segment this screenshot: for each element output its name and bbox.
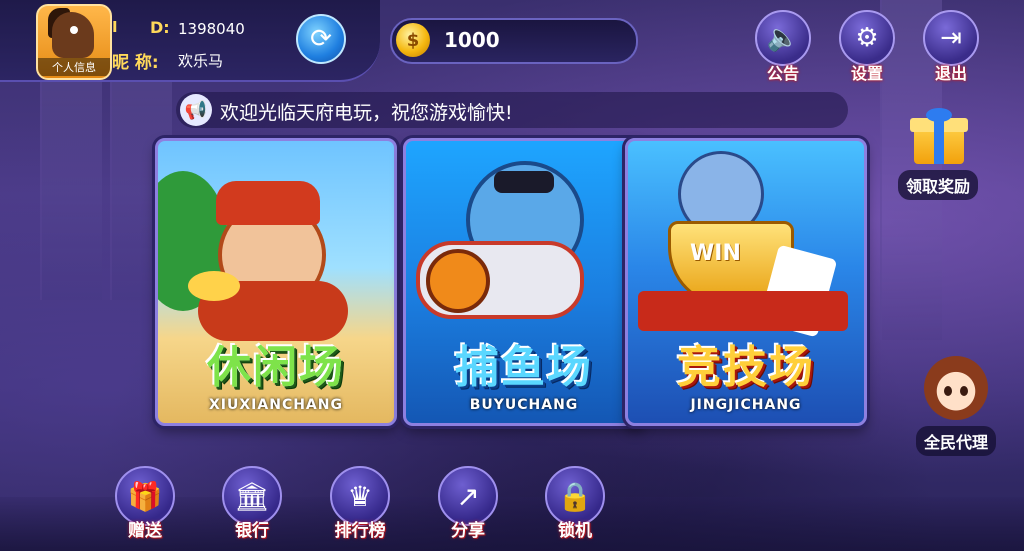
ribbon <box>638 291 848 331</box>
cannon-mouth <box>426 249 490 313</box>
win-badge: WIN <box>690 241 741 266</box>
game-subtitle-fishing: BUYUCHANG <box>469 397 579 413</box>
avatar-label: 个人信息 <box>38 58 110 76</box>
claim-reward-button[interactable]: 领取奖励 <box>884 108 992 202</box>
gift-send-label: 赠送 <box>128 521 162 541</box>
character-hat <box>216 181 320 225</box>
coin-value: 1000 <box>444 28 500 52</box>
game-card-fishing[interactable]: 捕鱼场 BUYUCHANG <box>403 138 645 426</box>
megaphone-icon: 📢 <box>180 94 212 126</box>
avatar[interactable]: 个人信息 <box>36 4 112 80</box>
nickname-value: 欢乐马 <box>178 52 224 70</box>
nickname-key: 昵 称: <box>112 53 159 73</box>
gold-ingot <box>188 271 240 301</box>
gift-send-button[interactable]: 🎁 赠送 <box>105 466 185 546</box>
exit-icon: ⇥ <box>923 10 979 66</box>
game-card-casual[interactable]: 休闲场 XIUXIANCHANG <box>155 138 397 426</box>
announcement-label: 公告 <box>766 64 799 83</box>
marquee-text: 欢迎光临天府电玩，祝您游戏愉快! <box>220 102 513 124</box>
share-label: 分享 <box>451 521 485 541</box>
leaderboard-label: 排行榜 <box>334 521 386 541</box>
agent-button[interactable]: 全民代理 <box>900 356 1012 456</box>
agent-avatar-icon <box>924 356 988 420</box>
lock-button[interactable]: 🔒 锁机 <box>535 466 615 546</box>
lock-label: 锁机 <box>558 521 592 541</box>
id-value: 1398040 <box>178 20 245 38</box>
coin-icon: $ <box>396 23 430 57</box>
gift-box-icon <box>908 108 968 164</box>
bank-button[interactable]: 🏛 银行 <box>212 466 292 546</box>
game-card-competitive[interactable]: WIN 竞技场 JINGJICHANG <box>625 138 867 426</box>
game-title-competitive: 竞技场 <box>677 342 815 393</box>
leaderboard-button[interactable]: ♛ 排行榜 <box>320 466 400 546</box>
claim-reward-label: 领取奖励 <box>897 170 978 200</box>
coin-balance: $ 1000 <box>390 18 638 64</box>
gear-icon: ⚙ <box>839 10 895 66</box>
sunglasses <box>494 171 554 193</box>
announcement-marquee: 📢 欢迎光临天府电玩，祝您游戏愉快! <box>176 92 848 128</box>
bank-label: 银行 <box>235 521 269 541</box>
horse-eye <box>70 26 78 34</box>
settings-label: 设置 <box>850 64 883 83</box>
id-prefix: I <box>112 18 118 36</box>
agent-label: 全民代理 <box>915 426 996 456</box>
game-title-casual: 休闲场 <box>207 342 345 393</box>
game-subtitle-casual: XIUXIANCHANG <box>209 397 343 413</box>
id-key: D: <box>150 18 170 37</box>
announcement-button[interactable]: 🔈 公告 <box>752 10 814 83</box>
refresh-icon: ⟳ <box>310 24 332 54</box>
game-title-fishing: 捕鱼场 <box>455 342 593 393</box>
settings-button[interactable]: ⚙ 设置 <box>836 10 898 83</box>
share-button[interactable]: ↗ 分享 <box>428 466 508 546</box>
horse-icon <box>52 12 94 58</box>
exit-button[interactable]: ⇥ 退出 <box>920 10 982 83</box>
refresh-button[interactable]: ⟳ <box>296 14 346 64</box>
exit-label: 退出 <box>934 64 967 83</box>
speaker-icon: 🔈 <box>755 10 811 66</box>
game-subtitle-competitive: JINGJICHANG <box>690 397 802 413</box>
